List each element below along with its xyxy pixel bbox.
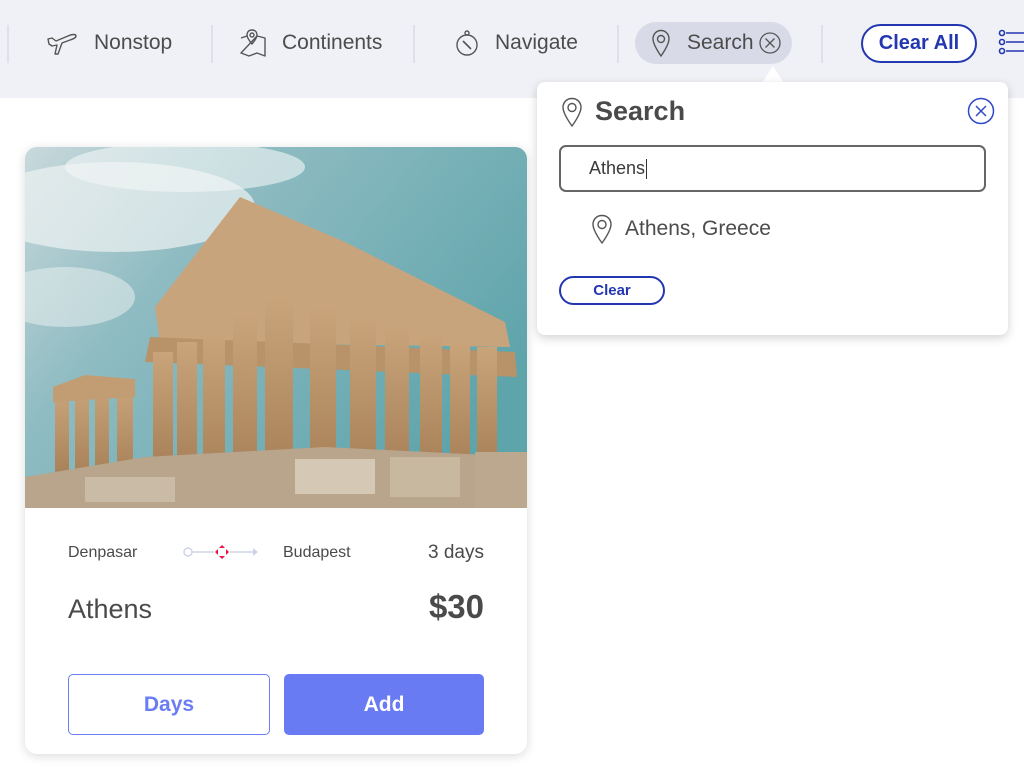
- divider: [413, 25, 415, 63]
- clear-all-button[interactable]: Clear All: [861, 24, 977, 63]
- price: $30: [428, 588, 484, 625]
- popover-arrow: [762, 66, 784, 83]
- close-circle-icon[interactable]: [758, 31, 782, 55]
- search-result-item[interactable]: Athens, Greece: [591, 214, 771, 244]
- divider: [821, 25, 823, 63]
- days-button[interactable]: Days: [68, 674, 270, 735]
- search-input-value: Athens: [589, 158, 646, 178]
- origin-city: Denpasar: [68, 544, 138, 561]
- route-line-icon: [183, 545, 258, 559]
- search-result-label: Athens, Greece: [625, 217, 771, 240]
- divider: [7, 25, 9, 63]
- city-name: Athens: [68, 594, 153, 624]
- nav-continents-label: Continents: [282, 31, 383, 54]
- close-icon[interactable]: [967, 97, 995, 125]
- nav-search-label: Search: [687, 31, 754, 54]
- nav-nonstop-label: Nonstop: [94, 31, 173, 54]
- airplane-icon: [47, 33, 77, 55]
- destination-image: [25, 147, 527, 508]
- location-pin-icon: [562, 97, 582, 127]
- trip-duration: 3 days: [428, 542, 484, 563]
- popover-title: Search: [595, 96, 686, 126]
- map-icon: [240, 29, 266, 57]
- destination-card: Denpasar Budapest 3 days Athens $30 Days…: [25, 147, 527, 754]
- nav-search[interactable]: Search: [635, 22, 792, 64]
- compass-icon: [456, 30, 478, 56]
- search-popover: Search Athens Athens, Greece Clear: [537, 82, 1008, 335]
- search-input[interactable]: Athens: [559, 145, 986, 192]
- nav-navigate-label: Navigate: [495, 31, 578, 54]
- nav-navigate[interactable]: Navigate: [455, 22, 578, 64]
- location-pin-icon: [652, 29, 670, 57]
- list-icon[interactable]: [998, 28, 1024, 58]
- add-button[interactable]: Add: [284, 674, 484, 735]
- text-caret: [646, 158, 648, 179]
- clear-button[interactable]: Clear: [559, 276, 665, 305]
- nav-nonstop[interactable]: Nonstop: [46, 22, 172, 64]
- nav-continents[interactable]: Continents: [240, 22, 382, 64]
- popover-header: Search: [561, 96, 685, 127]
- destination-city: Budapest: [283, 544, 351, 561]
- divider: [617, 25, 619, 63]
- divider: [211, 25, 213, 63]
- location-pin-icon: [592, 214, 612, 244]
